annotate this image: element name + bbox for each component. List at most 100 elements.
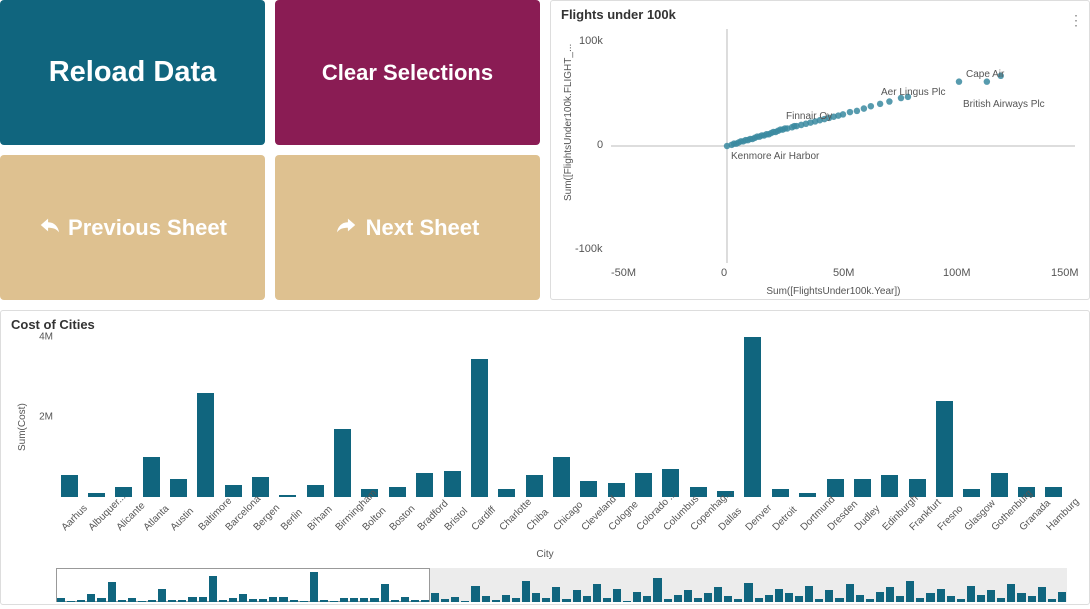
scatter-point[interactable] — [847, 109, 853, 116]
bar-column[interactable] — [220, 485, 246, 497]
bar-column[interactable] — [932, 401, 958, 497]
bar-category-label: Chicago — [552, 507, 578, 533]
scatter-point[interactable] — [861, 105, 867, 112]
bar-category-label: Cologne — [607, 507, 633, 533]
minimap-bar — [846, 584, 854, 602]
bar-column[interactable] — [986, 473, 1012, 497]
next-sheet-button[interactable]: Next Sheet — [275, 155, 540, 300]
bar-column[interactable] — [494, 489, 520, 497]
bar-column[interactable] — [822, 479, 848, 497]
bar[interactable] — [416, 473, 433, 497]
bar-category-label: Boston — [388, 507, 414, 533]
bar[interactable] — [963, 489, 980, 497]
bar[interactable] — [991, 473, 1008, 497]
scatter-point[interactable] — [868, 103, 874, 110]
bar[interactable] — [225, 485, 242, 497]
bar[interactable] — [1045, 487, 1062, 497]
bar[interactable] — [854, 479, 871, 497]
bar-column[interactable] — [56, 475, 82, 497]
bar[interactable] — [471, 359, 488, 497]
bar-column[interactable] — [302, 485, 328, 497]
bar-column[interactable] — [138, 457, 164, 497]
bar-column[interactable] — [877, 475, 903, 497]
bar-column[interactable] — [631, 473, 657, 497]
bar-column[interactable] — [193, 393, 219, 497]
minimap-bar — [330, 601, 338, 602]
scatter-plot-area[interactable]: 100k 0 -100k -50M 0 50M 100M 150M Cape A… — [611, 29, 1075, 263]
bar-category-label: Granada — [1017, 507, 1043, 533]
minimap-bar — [532, 593, 540, 602]
bar[interactable] — [170, 479, 187, 497]
bar[interactable] — [526, 475, 543, 497]
bar-column[interactable] — [412, 473, 438, 497]
bar[interactable] — [389, 487, 406, 497]
bar-column[interactable] — [548, 457, 574, 497]
bar-column[interactable] — [1041, 487, 1067, 497]
reload-data-button[interactable]: Reload Data — [0, 0, 265, 145]
bar-column[interactable] — [165, 479, 191, 497]
bar-column[interactable] — [248, 477, 274, 497]
bar-category-label: Fresno — [935, 507, 961, 533]
bar[interactable] — [498, 489, 515, 497]
bar-category-label: Dudley — [853, 507, 879, 533]
minimap-bar — [866, 599, 874, 602]
scatter-point[interactable] — [886, 98, 892, 105]
minimap-bar — [118, 600, 126, 602]
bar-column[interactable] — [795, 493, 821, 497]
bar-category-label: Chiba — [525, 507, 551, 533]
clear-selections-button[interactable]: Clear Selections — [275, 0, 540, 145]
bar[interactable] — [799, 493, 816, 497]
scatter-x-axis-label: Sum([FlightsUnder100k.Year]) — [766, 286, 900, 297]
bar-column[interactable] — [849, 479, 875, 497]
minimap-bar — [148, 600, 156, 602]
bar-column[interactable] — [576, 481, 602, 497]
bar-column[interactable] — [466, 359, 492, 497]
bar-column[interactable] — [521, 475, 547, 497]
bar[interactable] — [88, 493, 105, 497]
bar-column[interactable] — [384, 487, 410, 497]
bar-chart-panel: Cost of Cities Sum(Cost) City 4M 2M Aarh… — [0, 310, 1090, 605]
minimap-bar — [744, 583, 752, 603]
y-tick: 2M — [39, 412, 53, 423]
bar[interactable] — [580, 481, 597, 497]
bar-column[interactable] — [740, 337, 766, 497]
bar[interactable] — [197, 393, 214, 497]
bar-column[interactable] — [959, 489, 985, 497]
bar-column[interactable] — [330, 429, 356, 497]
minimap-bar — [947, 596, 955, 602]
bar-column[interactable] — [603, 483, 629, 497]
bar-column[interactable] — [439, 471, 465, 497]
bar[interactable] — [444, 471, 461, 497]
bar-x-axis-label: City — [536, 549, 553, 560]
scatter-point[interactable] — [956, 78, 962, 85]
bar-minimap[interactable] — [56, 568, 1067, 602]
bar[interactable] — [279, 495, 296, 497]
panel-menu-icon[interactable]: ⋮ — [1069, 15, 1083, 25]
bar-column[interactable] — [767, 489, 793, 497]
minimap-bar — [522, 581, 530, 602]
arrow-forward-icon — [336, 214, 358, 242]
bar[interactable] — [772, 489, 789, 497]
bar-column[interactable] — [83, 493, 109, 497]
bar-column[interactable] — [275, 495, 301, 497]
scatter-point[interactable] — [840, 111, 846, 118]
minimap-bar — [916, 598, 924, 603]
previous-sheet-button[interactable]: Previous Sheet — [0, 155, 265, 300]
y-tick: 100k — [579, 35, 603, 47]
bar-column[interactable] — [685, 487, 711, 497]
bar-plot-area[interactable] — [56, 337, 1067, 497]
scatter-point[interactable] — [877, 101, 883, 108]
minimap-bar — [876, 592, 884, 603]
bar[interactable] — [553, 457, 570, 497]
scatter-point[interactable] — [854, 108, 860, 115]
bar[interactable] — [881, 475, 898, 497]
scatter-title: Flights under 100k — [561, 7, 1079, 22]
bar[interactable] — [334, 429, 351, 497]
bar[interactable] — [635, 473, 652, 497]
bar[interactable] — [936, 401, 953, 497]
bar[interactable] — [143, 457, 160, 497]
bar-column[interactable] — [904, 479, 930, 497]
bar[interactable] — [61, 475, 78, 497]
bar[interactable] — [744, 337, 761, 497]
bar[interactable] — [307, 485, 324, 497]
